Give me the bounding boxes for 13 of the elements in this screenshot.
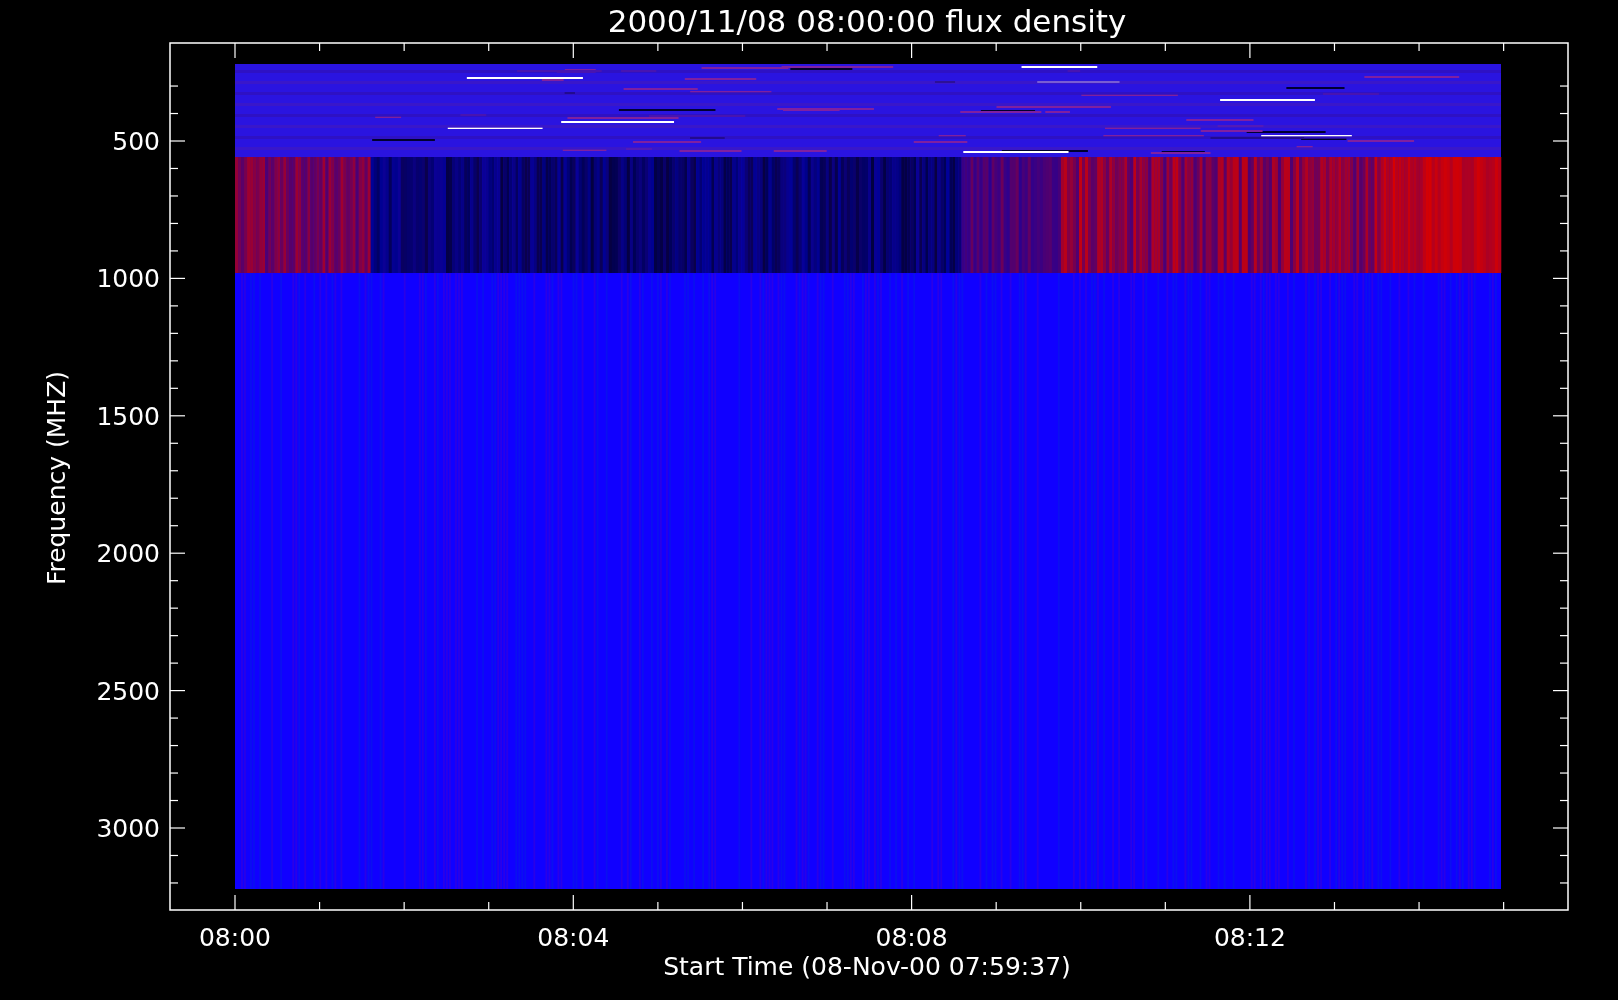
x-tick-label: 08:08 <box>875 923 948 952</box>
y-tick-label: 2000 <box>96 539 160 569</box>
plot-title: 2000/11/08 08:00:00 flux density <box>607 3 1127 39</box>
y-tick-label: 500 <box>112 127 160 156</box>
y-tick-label: 1500 <box>96 401 160 431</box>
y-tick-label: 1000 <box>96 264 160 294</box>
y-tick-label: 2500 <box>96 676 160 706</box>
y-tick-label: 3000 <box>96 814 160 843</box>
x-tick-label: 08:12 <box>1213 923 1286 952</box>
y-axis-label: Frequency (MHZ) <box>42 370 71 586</box>
x-axis-label: Start Time (08-Nov-00 07:59:37) <box>663 952 1071 981</box>
x-tick-label: 08:00 <box>199 923 271 952</box>
x-tick-label: 08:04 <box>537 923 610 952</box>
